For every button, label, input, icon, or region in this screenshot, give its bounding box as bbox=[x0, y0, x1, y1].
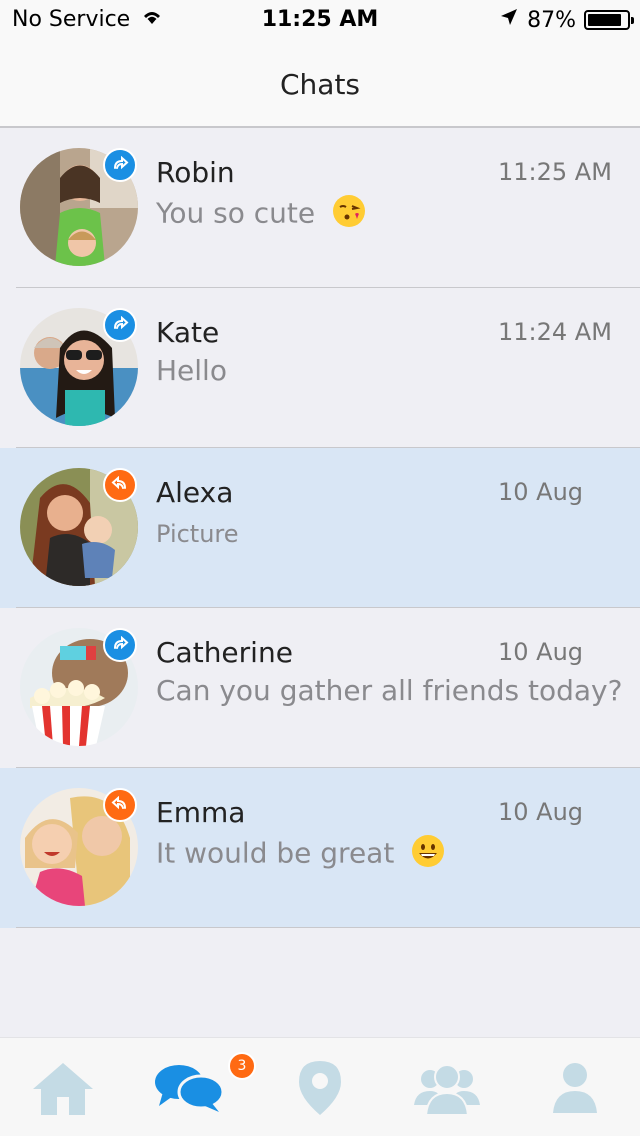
navigation-bar: Chats bbox=[0, 40, 640, 128]
chat-row-robin[interactable]: Robin 11:25 AM You so cute bbox=[0, 128, 640, 288]
message-text: Picture bbox=[156, 520, 239, 548]
sent-status-icon bbox=[103, 308, 137, 342]
battery-icon bbox=[584, 10, 634, 30]
message-preview: Picture bbox=[156, 520, 239, 548]
kissing-face-emoji-icon bbox=[332, 194, 366, 235]
status-right: 87% bbox=[499, 7, 634, 33]
message-time: 11:24 AM bbox=[498, 318, 612, 346]
row-divider bbox=[16, 927, 640, 928]
chat-row-catherine[interactable]: Catherine 10 Aug Can you gather all frie… bbox=[0, 608, 640, 768]
battery-fill bbox=[588, 14, 622, 26]
home-icon bbox=[31, 1059, 95, 1121]
tab-profile[interactable] bbox=[540, 1060, 610, 1120]
profile-icon bbox=[551, 1061, 599, 1119]
message-time: 10 Aug bbox=[498, 478, 584, 506]
location-pin-icon bbox=[297, 1059, 343, 1121]
friends-icon bbox=[414, 1061, 480, 1119]
contact-name: Kate bbox=[156, 316, 220, 349]
battery-percent: 87% bbox=[527, 7, 576, 33]
contact-name: Alexa bbox=[156, 476, 234, 509]
message-text: Hello bbox=[156, 354, 227, 387]
contact-name: Robin bbox=[156, 156, 235, 189]
received-status-icon bbox=[103, 788, 137, 822]
chat-row-alexa[interactable]: Alexa 10 Aug Picture bbox=[0, 448, 640, 608]
page-title: Chats bbox=[279, 68, 361, 101]
chats-badge: 3 bbox=[228, 1052, 256, 1080]
tab-chats[interactable] bbox=[153, 1060, 225, 1120]
contact-name: Emma bbox=[156, 796, 246, 829]
chat-row-emma[interactable]: Emma 10 Aug It would be great bbox=[0, 768, 640, 928]
tab-location[interactable] bbox=[285, 1060, 355, 1120]
location-arrow-icon bbox=[499, 7, 519, 33]
message-text: Can you gather all friends today? bbox=[156, 674, 623, 707]
message-preview: You so cute bbox=[156, 194, 366, 235]
message-text: You so cute bbox=[156, 196, 316, 230]
message-time: 10 Aug bbox=[498, 638, 584, 666]
sent-status-icon bbox=[103, 628, 137, 662]
tab-home[interactable] bbox=[28, 1060, 98, 1120]
sent-status-icon bbox=[103, 148, 137, 182]
status-bar: No Service 11:25 AM 87% bbox=[0, 0, 640, 40]
message-time: 10 Aug bbox=[498, 798, 584, 826]
message-preview: It would be great bbox=[156, 834, 445, 875]
contact-name: Catherine bbox=[156, 636, 293, 669]
chat-row-kate[interactable]: Kate 11:24 AM Hello bbox=[0, 288, 640, 448]
grinning-face-emoji-icon bbox=[411, 834, 445, 875]
chats-icon bbox=[153, 1062, 225, 1118]
received-status-icon bbox=[103, 468, 137, 502]
tab-friends[interactable] bbox=[412, 1060, 482, 1120]
chat-list: Robin 11:25 AM You so cute Kate 11:24 AM… bbox=[0, 128, 640, 928]
message-text: It would be great bbox=[156, 836, 395, 870]
message-time: 11:25 AM bbox=[498, 158, 612, 186]
message-preview: Can you gather all friends today? bbox=[156, 674, 622, 707]
message-preview: Hello bbox=[156, 354, 227, 387]
tab-bar: 3 bbox=[0, 1037, 640, 1136]
